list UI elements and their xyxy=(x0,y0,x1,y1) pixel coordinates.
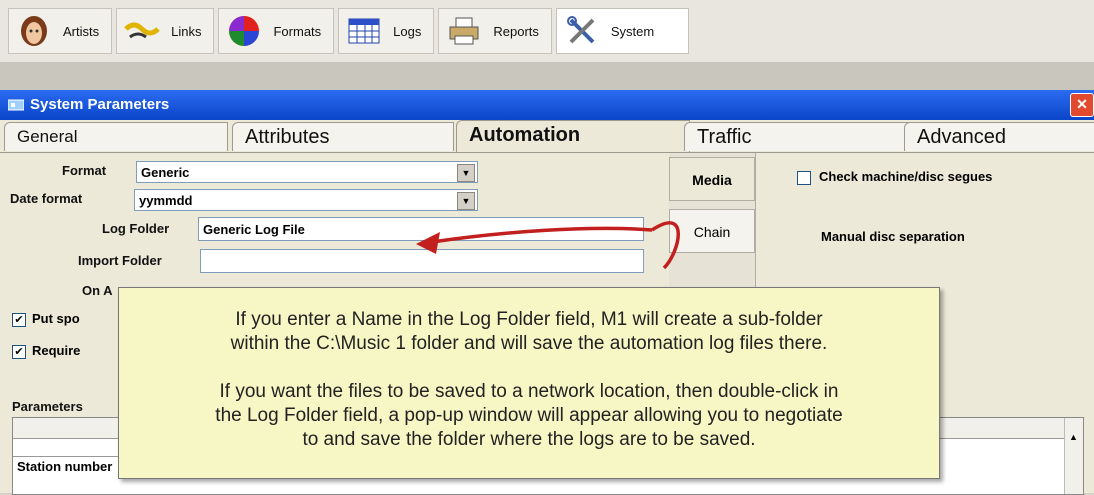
callout-line: If you want the files to be saved to a n… xyxy=(219,381,839,402)
toolbar-formats-button[interactable]: Formats xyxy=(218,8,335,54)
toolbar-divider-strip xyxy=(0,62,1094,90)
log-folder-label: Log Folder xyxy=(102,221,170,236)
tab-advanced[interactable]: Advanced xyxy=(904,122,1094,151)
window-title: System Parameters xyxy=(30,96,170,113)
tab-attributes[interactable]: Attributes xyxy=(232,122,454,151)
links-icon xyxy=(123,12,161,50)
toolbar-reports-label: Reports xyxy=(493,23,539,39)
callout-line: within the C:\Music 1 folder and will sa… xyxy=(230,333,828,354)
require-label: Require xyxy=(32,343,81,358)
format-value: Generic xyxy=(141,165,190,180)
toolbar-group: Artists Links Formats Logs Reports Syste… xyxy=(8,6,693,56)
toolbar-system-button[interactable]: System xyxy=(555,8,690,54)
main-toolbar: Artists Links Formats Logs Reports Syste… xyxy=(0,0,1094,63)
toolbar-links-label: Links xyxy=(171,23,202,39)
tab-automation[interactable]: Automation xyxy=(456,120,690,153)
toolbar-logs-label: Logs xyxy=(393,23,422,39)
put-spots-label: Put spo xyxy=(32,311,80,326)
grid-scrollbar[interactable]: ▲ xyxy=(1064,418,1083,494)
toolbar-reports-button[interactable]: Reports xyxy=(438,8,552,54)
tools-icon xyxy=(563,12,601,50)
artist-face-icon xyxy=(15,12,53,50)
station-number-label: Station number xyxy=(17,459,113,474)
chevron-down-icon[interactable]: ▼ xyxy=(457,164,475,182)
tab-general[interactable]: General xyxy=(4,122,228,151)
close-button[interactable]: ✕ xyxy=(1070,93,1094,117)
date-format-dropdown[interactable]: yymmdd ▼ xyxy=(134,189,478,211)
subtab-chain[interactable]: Chain xyxy=(669,209,755,253)
put-spots-checkbox[interactable]: ✔ xyxy=(12,313,26,327)
callout-line: the Log Folder field, a pop-up window wi… xyxy=(215,405,843,426)
callout-line: If you enter a Name in the Log Folder fi… xyxy=(235,309,823,330)
date-format-label: Date format xyxy=(10,191,83,206)
date-format-value: yymmdd xyxy=(139,193,193,208)
check-segues-label: Check machine/disc segues xyxy=(819,169,993,184)
tab-traffic[interactable]: Traffic xyxy=(684,122,912,151)
toolbar-artists-label: Artists xyxy=(63,23,100,39)
formats-pie-icon xyxy=(225,12,263,50)
toolbar-logs-button[interactable]: Logs xyxy=(338,8,435,54)
toolbar-system-label: System xyxy=(610,23,655,39)
window-titlebar[interactable]: System Parameters ✕ xyxy=(0,90,1094,120)
import-folder-label: Import Folder xyxy=(78,253,162,268)
on-air-label: On A xyxy=(82,283,113,298)
printer-icon xyxy=(445,12,483,50)
require-checkbox[interactable]: ✔ xyxy=(12,345,26,359)
toolbar-links-button[interactable]: Links xyxy=(116,8,215,54)
toolbar-artists-button[interactable]: Artists xyxy=(8,8,113,54)
format-label: Format xyxy=(62,163,107,178)
callout-line: to and save the folder where the logs ar… xyxy=(302,429,756,450)
import-folder-field[interactable] xyxy=(200,249,644,273)
log-folder-field[interactable]: Generic Log File xyxy=(198,217,644,241)
tooltip-callout: If you enter a Name in the Log Folder fi… xyxy=(118,287,940,479)
manual-disc-label: Manual disc separation xyxy=(821,229,965,244)
logs-grid-icon xyxy=(345,12,383,50)
tab-bar: General Attributes Automation Traffic Ad… xyxy=(0,120,1094,153)
subtab-media[interactable]: Media xyxy=(669,157,755,201)
toolbar-formats-label: Formats xyxy=(273,23,322,39)
parameters-label: Parameters xyxy=(12,399,83,414)
scroll-up-icon[interactable]: ▲ xyxy=(1069,432,1078,442)
window-app-icon xyxy=(7,98,25,112)
format-dropdown[interactable]: Generic ▼ xyxy=(136,161,478,183)
check-segues-checkbox[interactable] xyxy=(797,171,811,185)
chevron-down-icon[interactable]: ▼ xyxy=(457,192,475,210)
